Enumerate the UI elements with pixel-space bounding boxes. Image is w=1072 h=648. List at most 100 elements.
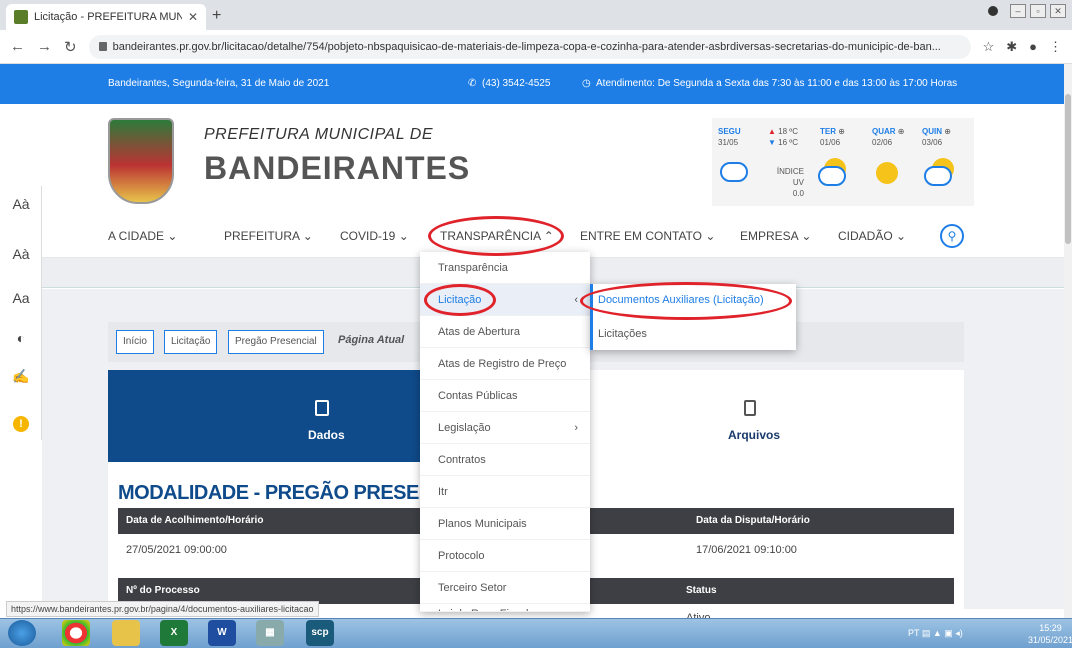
dropdown-item-contas-publicas[interactable]: Contas Públicas [420, 380, 590, 412]
sign-language-icon[interactable]: ✍ [0, 368, 42, 385]
taskbar-clock[interactable]: 15:29 31/05/2021 [1028, 622, 1072, 646]
annotation-ring-transparencia [428, 216, 564, 256]
breadcrumb-licitacao[interactable]: Licitação [164, 330, 218, 354]
weather-day-2-date: 02/06 [872, 138, 893, 147]
weather-day-3-name: QUIN [922, 127, 942, 136]
col-acolhimento-value: 27/05/2021 09:00:00 [126, 544, 227, 556]
tab-title: Licitação - PREFEITURA MUNICIP [34, 11, 182, 23]
nav-prefeitura[interactable]: PREFEITURA ⌄ [224, 229, 313, 243]
record-icon [988, 6, 998, 16]
url-text: bandeirantes.pr.gov.br/licitacao/detalhe… [112, 40, 941, 53]
browser-tab[interactable]: Licitação - PREFEITURA MUNICIP ✕ [6, 4, 206, 30]
dropdown-item-atas-registro[interactable]: Atas de Registro de Preço [420, 348, 590, 380]
page-scrollbar[interactable] [1064, 64, 1072, 618]
calculator-icon[interactable]: ▦ [256, 620, 284, 646]
nav-covid-19[interactable]: COVID-19 ⌄ [340, 229, 409, 243]
explorer-icon[interactable] [112, 620, 140, 646]
tab-arquivos[interactable]: Arquivos [728, 428, 780, 442]
nav-empresa[interactable]: EMPRESA ⌄ [740, 229, 811, 243]
dropdown-item-protocolo[interactable]: Protocolo [420, 540, 590, 572]
nav-entre-em-contato[interactable]: ENTRE EM CONTATO ⌄ [580, 229, 715, 243]
weather-min: 16 ºC [778, 138, 798, 147]
col-status-header: Status [590, 578, 954, 604]
dropdown-item-planos[interactable]: Planos Municipais [420, 508, 590, 540]
font-reset-icon[interactable]: Aa [0, 290, 42, 306]
dropdown-item-atas-abertura[interactable]: Atas de Abertura [420, 316, 590, 348]
data-icon [315, 400, 329, 416]
dropdown-item-contratos[interactable]: Contratos [420, 444, 590, 476]
scp-app-icon[interactable]: scp [306, 620, 334, 646]
annotation-ring-documentos [580, 282, 792, 320]
breadcrumb-pregao[interactable]: Pregão Presencial [228, 330, 324, 354]
tab-dados-label: Dados [308, 428, 345, 442]
current-date: Bandeirantes, Segunda-feira, 31 de Maio … [108, 78, 330, 89]
clock-icon: ◷ [582, 78, 591, 89]
dropdown-item-itr[interactable]: Itr [420, 476, 590, 508]
close-window-icon[interactable]: ✕ [1050, 4, 1066, 18]
contrast-icon[interactable]: ◐ [0, 330, 42, 346]
col-acolhimento-header: Data de Acolhimento/Horário [118, 508, 420, 534]
uv-label1: ÍNDICE [776, 167, 804, 176]
chrome-icon[interactable] [62, 620, 90, 646]
weather-day-2-name: QUAR [872, 127, 896, 136]
file-icon [744, 400, 756, 416]
weather-max: 18 ºC [778, 127, 798, 136]
col-disputa-header: Data da Disputa/Horário [590, 508, 954, 534]
search-icon[interactable]: ⚲ [940, 224, 964, 248]
back-icon[interactable]: ← [10, 38, 25, 55]
opening-hours: Atendimento: De Segunda a Sexta das 7:30… [596, 78, 958, 89]
window-controls: – ▫ ✕ [988, 4, 1066, 18]
dropdown-item-transparencia[interactable]: Transparência [420, 252, 590, 284]
profile-icon[interactable]: ● [1029, 39, 1037, 54]
weather-day-3-date: 03/06 [922, 138, 943, 147]
phone-icon: ✆ [468, 78, 477, 89]
annotation-ring-licitacao [424, 284, 496, 316]
new-tab-icon[interactable]: + [212, 7, 221, 25]
chevron-left-icon: ‹ [574, 294, 578, 306]
uv-label2: UV [792, 178, 804, 187]
sun-icon [876, 162, 898, 184]
weather-today-day: SEGU [718, 127, 741, 136]
submenu-item-licitacoes[interactable]: Licitações [598, 328, 647, 340]
site-title-line1: PREFEITURA MUNICIPAL DE [204, 126, 434, 143]
dropdown-item-legislacao[interactable]: Legislação › [420, 412, 590, 444]
url-input[interactable]: bandeirantes.pr.gov.br/licitacao/detalhe… [88, 34, 971, 59]
breadcrumb-current: Página Atual [338, 334, 405, 346]
font-decrease-icon[interactable]: Aà [0, 246, 42, 262]
breadcrumb-inicio[interactable]: Início [116, 330, 154, 354]
cloud-icon [924, 166, 952, 186]
favicon-icon [14, 10, 28, 24]
word-icon[interactable]: W [208, 620, 236, 646]
uv-value: 0.0 [792, 189, 804, 198]
maximize-icon[interactable]: ▫ [1030, 4, 1046, 18]
reload-icon[interactable]: ↻ [64, 38, 77, 56]
weather-today-date: 31/05 [718, 138, 739, 147]
weather-day-1-date: 01/06 [820, 138, 841, 147]
font-increase-icon[interactable]: Aà [0, 196, 42, 212]
scrollbar-thumb[interactable] [1065, 94, 1071, 244]
chevron-right-icon: › [574, 422, 578, 434]
start-button-icon[interactable] [8, 620, 36, 646]
address-bar: ← → ↻ bandeirantes.pr.gov.br/licitacao/d… [0, 30, 1072, 64]
extensions-icon[interactable]: ✱ [1006, 39, 1017, 55]
system-tray[interactable]: PT ▤ ▲ ▣ ◂) [908, 628, 963, 639]
rain-cloud-icon [720, 162, 748, 182]
star-icon[interactable]: ☆ [983, 39, 995, 55]
excel-icon[interactable]: X [160, 620, 188, 646]
site-title-line2: BANDEIRANTES [204, 150, 471, 186]
menu-icon[interactable]: ⋮ [1049, 39, 1062, 55]
cloud-icon [818, 166, 846, 186]
dropdown-item-lei-resp-fiscal[interactable]: Lei de Resp Fiscal [420, 604, 590, 612]
dropdown-item-terceiro-setor[interactable]: Terceiro Setor [420, 572, 590, 604]
weather-widget: SEGU 31/05 ▲ 18 ºC ▼ 16 ºC ÍNDICE UV 0.0 TER… [712, 118, 974, 206]
forward-icon[interactable]: → [37, 38, 52, 55]
phone-number[interactable]: (43) 3542-4525 [482, 78, 550, 89]
nav-a-cidade[interactable]: A CIDADE ⌄ [108, 229, 177, 243]
city-crest-logo[interactable] [108, 118, 174, 204]
weather-day-1-name: TER [820, 127, 836, 136]
accessibility-toolbar [0, 186, 42, 440]
nav-cidadao[interactable]: CIDADÃO ⌄ [838, 229, 906, 243]
minimize-icon[interactable]: – [1010, 4, 1026, 18]
close-tab-icon[interactable]: ✕ [188, 10, 198, 24]
alert-icon[interactable]: ! [13, 416, 29, 432]
